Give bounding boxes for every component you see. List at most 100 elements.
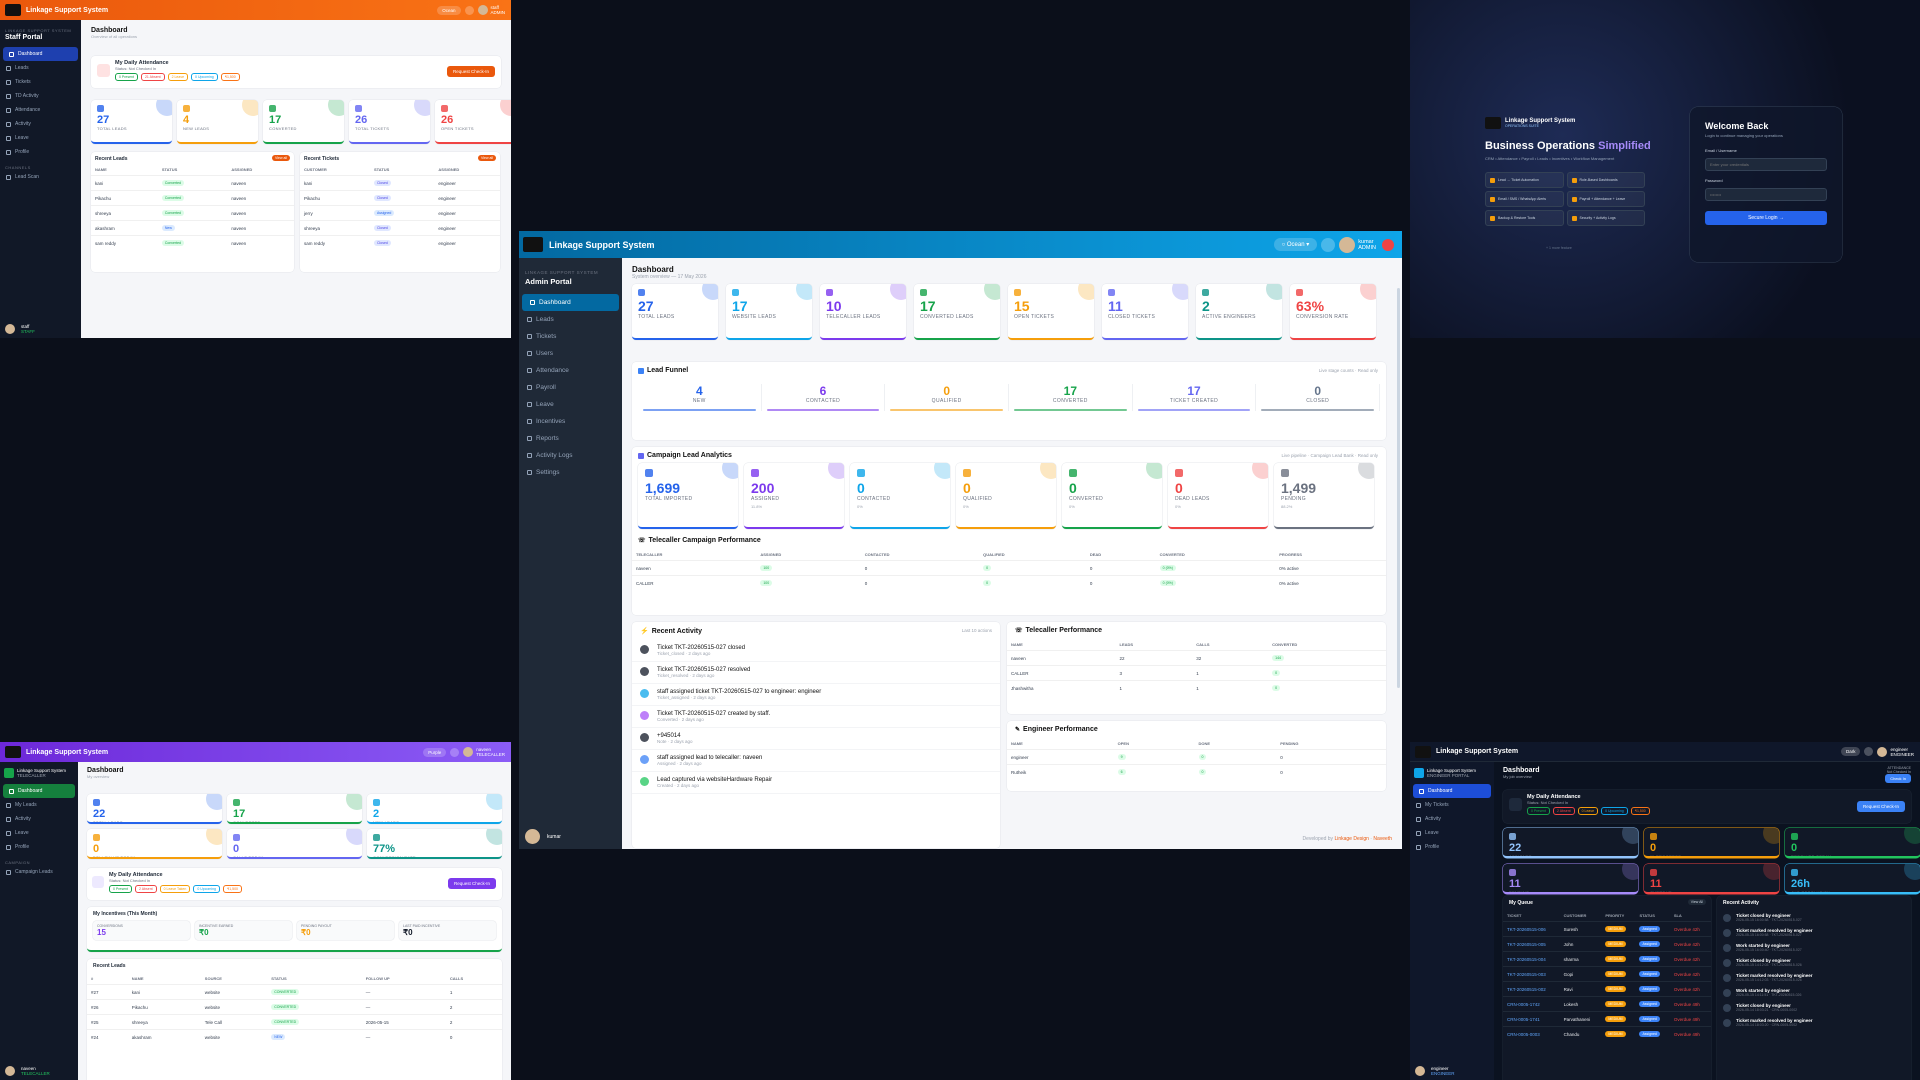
sidebar-item-incentives[interactable]: Incentives [519,413,622,430]
campaign-stat-pending[interactable]: 1,499 PENDING 88.2% [1274,463,1374,529]
activity-item[interactable]: +945014 Note · 2 days ago [632,728,1000,750]
stat-card-conversion-rate[interactable]: 63% CONVERSION RATE [1290,284,1376,340]
sidebar-item-leads[interactable]: Leads [0,61,81,75]
sidebar-item-campaign-leads[interactable]: Campaign Leads [0,865,78,879]
activity-item[interactable]: Ticket closed by engineer 2026-05-15 16:0… [1717,910,1911,925]
sidebar-user[interactable]: engineer ENGINEER [1415,1066,1455,1076]
campaign-stat-dead-leads[interactable]: 0 DEAD LEADS 0% [1168,463,1268,529]
notification-icon[interactable] [464,5,474,15]
table-row[interactable]: TKT-20260515-002 Ravi MEDIUM Assigned Overdu… [1503,981,1711,997]
table-row[interactable]: CALLER 100 0 0 0 0 (0%) 0% active [632,575,1386,590]
theme-selector[interactable]: Purple [423,747,447,757]
campaign-stat-converted[interactable]: 0 CONVERTED 0% [1062,463,1162,529]
activity-item[interactable]: staff assigned ticket TKT-20260515-027 t… [632,684,1000,706]
sidebar-item-settings[interactable]: Settings [519,464,622,481]
activity-item[interactable]: Ticket TKT-20260515-027 created by staff… [632,706,1000,728]
table-row[interactable]: kani Converted naveen [91,175,294,191]
sidebar-user[interactable]: kumar [525,829,561,844]
request-checkin-button[interactable]: Request Check-In [447,878,496,889]
user-menu[interactable]: kumar ADMIN [1358,239,1376,251]
stat-card-total-tickets[interactable]: 26 TOTAL TICKETS [349,100,430,144]
table-row[interactable]: TKT-20260515-006 Suresh MEDIUM Assigned Over… [1503,921,1711,937]
funnel-stage-contacted[interactable]: 6 CONTACTED [762,384,886,411]
stat-card-avg-resolution[interactable]: 26h AVG RESOLUTION [1785,864,1920,894]
funnel-stage-converted[interactable]: 17 CONVERTED [1009,384,1133,411]
stat-card-total-leads[interactable]: 27 TOTAL LEADS [91,100,172,144]
table-row[interactable]: engineer 9 0 0 [1007,749,1386,765]
stat-card-converted-leads[interactable]: 17 CONVERTED LEADS [914,284,1000,340]
sidebar-item-activity[interactable]: Activity [1410,812,1494,826]
table-row[interactable]: kani Closed engineer [300,175,500,191]
stat-card-assigned[interactable]: 22 ASSIGNED [1503,828,1638,858]
user-menu[interactable]: staff ADMIN [491,5,506,15]
campaign-stat-assigned[interactable]: 200 ASSIGNED 11.8% [744,463,844,529]
stat-card-follow-up-today[interactable]: 0 FOLLOW UP TODAY [87,829,222,859]
table-row[interactable]: naveen 22 32 144 [1007,650,1386,666]
sidebar-item-lead-scan[interactable]: Lead Scan [0,170,81,184]
notification-icon[interactable] [1864,747,1874,756]
stat-card-total-leads[interactable]: 22 TOTAL LEADS [87,794,222,824]
activity-item[interactable]: Work started by engineer 2026-05-15 16:00… [1717,940,1911,955]
table-row[interactable]: sam reddy Closed engineer [300,235,500,250]
sidebar-item-dashboard[interactable]: Dashboard [522,294,619,311]
table-row[interactable]: TKT-20260515-003 Gopi MEDIUM Assigned Overdu… [1503,966,1711,982]
table-row[interactable]: CRN-0005-1742 Lokesh MEDIUM Assigned Overdue… [1503,996,1711,1012]
funnel-stage-ticket-created[interactable]: 17 TICKET CREATED [1133,384,1257,411]
sidebar-item-tickets[interactable]: Tickets [0,75,81,89]
stat-card-converted[interactable]: 17 CONVERTED [263,100,344,144]
funnel-stage-closed[interactable]: 0 CLOSED [1256,384,1381,411]
sidebar-item-reports[interactable]: Reports [519,430,622,447]
secure-login-button[interactable]: Secure Login → [1705,211,1827,225]
activity-item[interactable]: Ticket TKT-20260515-027 closed Ticket_clo… [632,640,1000,662]
email-input[interactable] [1705,158,1827,171]
stat-card-new-leads[interactable]: 4 NEW LEADS [177,100,258,144]
table-row[interactable]: Rutheik 6 0 0 [1007,764,1386,779]
sidebar-item-tickets[interactable]: Tickets [519,328,622,345]
activity-item[interactable]: Work started by engineer 2026-05-15 14:11… [1717,985,1911,1000]
view-all-button[interactable]: View all [272,155,290,161]
theme-selector[interactable]: Ocean [437,5,461,15]
table-row[interactable]: #26 Pikachu website CONVERTED — 2 [87,999,502,1015]
campaign-stat-qualified[interactable]: 0 QUALIFIED 0% [956,463,1056,529]
sidebar-item-attendance[interactable]: Attendance [519,362,622,379]
stat-card-in-progress[interactable]: 0 IN PROGRESS [1644,828,1779,858]
sidebar-item-leave[interactable]: Leave [1410,826,1494,840]
sidebar-item-td-activity[interactable]: TD Activity [0,89,81,103]
credit-link[interactable]: Linkage Design [1334,836,1368,842]
request-checkin-button[interactable]: Request Check-In [446,66,495,77]
sidebar-item-dashboard[interactable]: Dashboard [1413,784,1491,798]
notification-icon[interactable] [450,747,460,757]
view-all-button[interactable]: View All [1687,899,1706,905]
activity-item[interactable]: Ticket TKT-20260515-027 resolved Ticket_r… [632,662,1000,684]
stat-card-total-leads[interactable]: 27 TOTAL LEADS [632,284,718,340]
scrollbar[interactable] [1397,288,1400,688]
funnel-stage-qualified[interactable]: 0 QUALIFIED [885,384,1010,411]
sidebar-user[interactable]: naveen TELECALLER [5,1066,50,1076]
stat-card-pending[interactable]: 11 PENDING [1503,864,1638,894]
stat-card-telecaller-leads[interactable]: 10 TELECALLER LEADS [820,284,906,340]
table-row[interactable]: CRN-0005-0003 Chandu MEDIUM Assigned Overdue… [1503,1026,1711,1041]
table-row[interactable]: #24 akashram website NEW — 0 [87,1029,502,1044]
table-row[interactable]: naveen 100 0 0 0 0 (0%) 0% active [632,560,1386,576]
table-row[interactable]: CRN-0005-1741 Parvathaneni MEDIUM Assigned O… [1503,1011,1711,1027]
sidebar-item-my-leads[interactable]: My Leads [0,798,78,812]
funnel-stage-new[interactable]: 4 NEW [638,384,762,411]
stat-card-active-engineers[interactable]: 2 ACTIVE ENGINEERS [1196,284,1282,340]
table-row[interactable]: Jhashwitha 1 1 0 [1007,680,1386,695]
request-checkin-button[interactable]: Request Check-In [1856,801,1905,812]
theme-selector[interactable]: ○ Ocean ▾ [1273,238,1318,251]
activity-item[interactable]: Ticket marked resolved by engineer 2026-0… [1717,1015,1911,1030]
stat-card-closed-tickets[interactable]: 11 CLOSED TICKETS [1102,284,1188,340]
password-input[interactable] [1705,188,1827,201]
activity-item[interactable]: Ticket closed by engineer 2026-05-15 14:1… [1717,955,1911,970]
table-row[interactable]: TKT-20260515-004 sharma MEDIUM Assigned Over… [1503,951,1711,967]
stat-card-calls-today[interactable]: 0 CALLS TODAY [227,829,362,859]
sidebar-item-activity[interactable]: Activity [0,812,78,826]
avatar[interactable] [1877,746,1888,757]
stat-card-resolved-today[interactable]: 0 RESOLVED TODAY [1785,828,1920,858]
credit-link[interactable]: Naveeth [1373,836,1392,842]
sidebar-user[interactable]: staff STAFF [5,324,35,334]
stat-card-open-tickets[interactable]: 15 OPEN TICKETS [1008,284,1094,340]
sidebar-item-attendance[interactable]: Attendance [0,103,81,117]
table-row[interactable]: #27 kani website CONVERTED — 1 [87,984,502,1000]
